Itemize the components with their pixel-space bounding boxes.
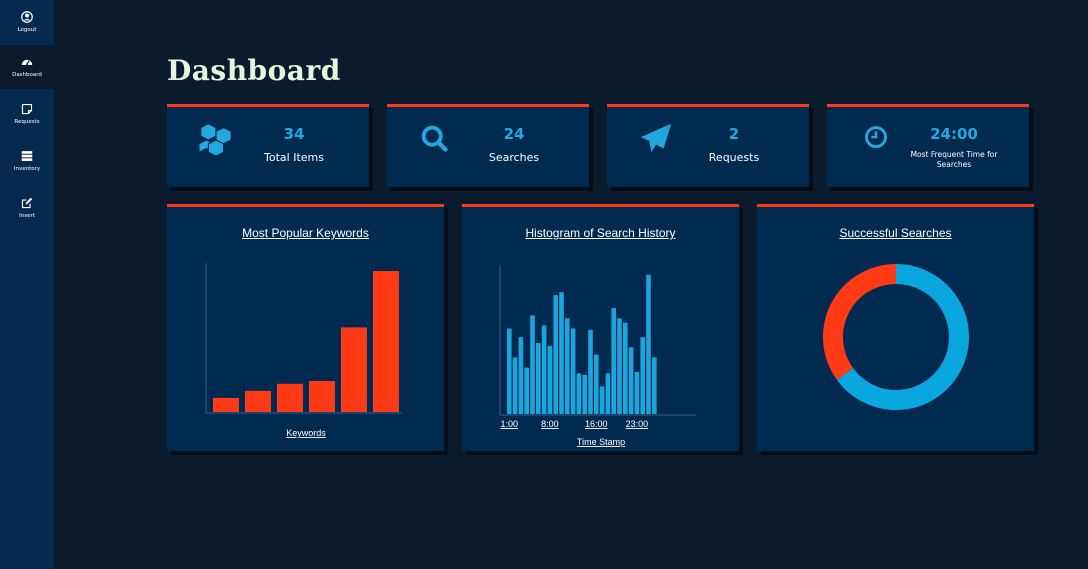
histogram-bar <box>524 367 529 414</box>
server-icon <box>21 151 33 161</box>
sidebar-item-dashboard[interactable]: Dashboard <box>0 45 54 89</box>
user-circle-icon <box>21 11 33 23</box>
stat-value: 24:00 <box>930 125 978 143</box>
stat-value: 34 <box>283 125 305 143</box>
edit-icon <box>21 197 33 209</box>
page-title: Dashboard <box>167 54 341 87</box>
histogram-bar <box>536 342 541 414</box>
histogram-bar <box>611 308 616 414</box>
keywords-bar-chart: Keywords <box>205 263 402 438</box>
keyword-bar <box>277 383 303 412</box>
chart-card-successful: Successful Searches <box>757 204 1034 451</box>
x-tick-label: 23:00 <box>626 419 649 429</box>
stat-label: Requests <box>708 151 760 164</box>
histogram-bar <box>512 357 518 414</box>
histogram-bar <box>576 373 582 414</box>
histogram-bar <box>582 374 587 414</box>
keyword-bar <box>245 390 271 412</box>
cubes-icon <box>198 123 232 157</box>
stat-card-searches: 24 Searches <box>387 104 589 187</box>
x-tick-label: 8:00 <box>541 419 559 429</box>
clock-icon <box>865 126 887 149</box>
sidebar: Logout Dashboard Requests Inventory Inse… <box>0 0 54 569</box>
histogram-bar <box>623 322 628 414</box>
sidebar-item-label: Logout <box>17 27 37 33</box>
sidebar-item-insert[interactable]: Insert <box>0 186 54 230</box>
sticky-note-icon <box>21 103 33 115</box>
x-axis-label: Time Stamp <box>577 437 625 447</box>
stat-card-frequent-time: 24:00 Most Frequent Time for Searches <box>827 104 1029 187</box>
search-history-histogram: Time Stamp 1:00 8:00 16:00 23:00 <box>499 265 696 447</box>
search-icon <box>421 125 448 152</box>
stat-value: 2 <box>728 125 740 143</box>
sidebar-item-label: Dashboard <box>12 72 42 78</box>
histogram-bar <box>634 371 640 414</box>
keyword-bar <box>341 327 367 412</box>
keyword-bar <box>213 397 239 412</box>
stat-value: 24 <box>503 125 525 143</box>
x-tick-label: 16:00 <box>585 419 608 429</box>
sidebar-item-label: Inventory <box>13 166 41 172</box>
keyword-bar <box>309 380 335 412</box>
sidebar-item-label: Insert <box>19 213 35 219</box>
histogram-bar <box>541 325 547 414</box>
donut-slice <box>823 264 897 380</box>
histogram-bar <box>646 274 651 414</box>
chart-card-keywords: Most Popular Keywords Keywords <box>167 204 444 451</box>
histogram-bar <box>628 347 634 414</box>
stat-label: Total Items <box>264 151 324 164</box>
histogram-bar <box>507 328 512 414</box>
histogram-bar <box>599 386 605 414</box>
successful-searches-donut <box>823 264 969 410</box>
histogram-bar <box>588 329 593 414</box>
histogram-bar <box>594 354 599 414</box>
histogram-bar <box>530 315 535 414</box>
stat-label: Searches <box>488 151 540 164</box>
sidebar-item-label: Requests <box>14 119 40 125</box>
histogram-bar <box>518 337 524 414</box>
histogram-bar <box>553 295 558 414</box>
histogram-bar <box>617 318 622 414</box>
speedometer-icon <box>21 59 33 66</box>
sidebar-item-logout[interactable]: Logout <box>0 0 54 44</box>
keyword-bar <box>373 271 399 412</box>
histogram-bar <box>605 373 611 414</box>
histogram-bar <box>547 345 553 414</box>
histogram-bar <box>565 318 570 414</box>
paper-plane-icon <box>640 123 672 153</box>
stat-card-total-items: 34 Total Items <box>167 104 369 187</box>
x-axis-label: Keywords <box>286 428 326 438</box>
x-tick-label: 1:00 <box>501 419 519 429</box>
sidebar-item-requests[interactable]: Requests <box>0 92 54 136</box>
histogram-bar <box>640 337 645 414</box>
stat-label: Most Frequent Time for Searches <box>910 150 998 169</box>
stat-card-requests: 2 Requests <box>607 104 809 187</box>
histogram-bar <box>652 357 657 414</box>
histogram-bar <box>559 292 564 414</box>
chart-card-histogram: Histogram of Search History Time Stamp 1… <box>462 204 739 451</box>
histogram-bar <box>570 328 576 414</box>
sidebar-item-inventory[interactable]: Inventory <box>0 139 54 183</box>
